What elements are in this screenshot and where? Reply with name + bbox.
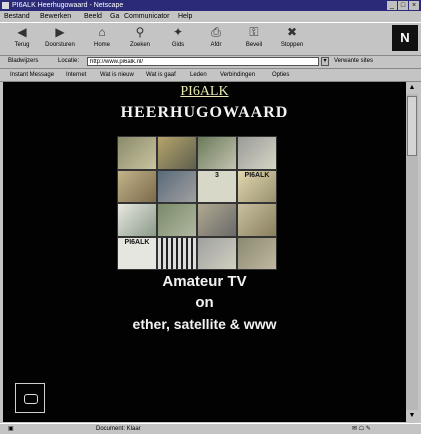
mosaic-tile: [158, 137, 196, 169]
mosaic-tile: [238, 204, 276, 236]
mosaic-tile: [238, 237, 276, 269]
back-button-label: Terug: [14, 42, 30, 48]
mosaic-tile: [158, 204, 196, 236]
guide-button-label: Gids: [171, 42, 185, 48]
home-button-label: Home: [93, 42, 110, 48]
mosaic-tile: PI6ALK: [118, 237, 156, 269]
mosaic-tile: PI6ALK: [238, 170, 276, 202]
mosaic-tile: [198, 204, 236, 236]
print-button[interactable]: ⎙ Afdr: [198, 25, 234, 53]
stop-button-label: Stoppen: [280, 42, 304, 48]
window-title: PI6ALK Heerhugowaard - Netscape: [12, 2, 124, 9]
back-button[interactable]: ◀ Terug: [4, 25, 40, 53]
scroll-down-icon[interactable]: ▼: [406, 410, 418, 422]
security-icon: ⚿: [249, 25, 259, 39]
component-bar-icons[interactable]: ✉ ☖ ✎: [352, 424, 371, 434]
mosaic-tile: [118, 204, 156, 236]
netscape-logo[interactable]: N: [392, 25, 418, 51]
page-content: PI6ALK HEERHUGOWAARD 3 PI6ALK PI6ALK Ama…: [3, 82, 406, 422]
app-icon: [2, 2, 9, 9]
menu-item-communicator[interactable]: Communicator: [124, 11, 170, 22]
menu-item-bestand[interactable]: Bestand: [4, 11, 30, 22]
personal-toolbar: Instant Message Internet Wat is nieuw Wa…: [0, 69, 421, 82]
location-toolbar: Bladwijzers Locatie: ▾ Verwante sites: [0, 55, 421, 69]
counter-icon[interactable]: [15, 383, 45, 413]
home-button[interactable]: ⌂ Home: [84, 25, 120, 53]
link-internet[interactable]: Internet: [66, 69, 86, 81]
search-icon: ⚲: [135, 25, 145, 39]
menu-item-beeld[interactable]: Beeld: [84, 11, 102, 22]
forward-arrow-icon: ▶: [55, 25, 65, 39]
mosaic-tile: [158, 170, 196, 202]
print-icon: ⎙: [211, 25, 221, 39]
scroll-thumb[interactable]: [407, 96, 417, 156]
mosaic-tile: [238, 137, 276, 169]
search-button-label: Zoeken: [129, 42, 150, 48]
back-arrow-icon: ◀: [17, 25, 27, 39]
location-input[interactable]: [87, 57, 319, 66]
tagline-line-2: on: [195, 294, 214, 311]
link-instant-message[interactable]: Instant Message: [10, 69, 54, 81]
page-title: HEERHUGOWAARD: [120, 104, 289, 121]
close-icon[interactable]: ×: [409, 1, 419, 10]
stop-button[interactable]: ✖ Stoppen: [274, 25, 310, 53]
mosaic-tile: [158, 237, 196, 269]
maximize-icon[interactable]: □: [398, 1, 408, 10]
status-bar: ▣ Document: Klaar ✉ ☖ ✎: [0, 423, 421, 434]
guide-icon: ✦: [172, 25, 184, 39]
search-button[interactable]: ⚲ Zoeken: [122, 25, 158, 53]
mosaic-tile: [198, 237, 236, 269]
menu-item-help[interactable]: Help: [178, 11, 192, 22]
link-wat-is-nieuw[interactable]: Wat is nieuw: [100, 69, 134, 81]
tv-screenshot-mosaic: 3 PI6ALK PI6ALK: [117, 136, 277, 270]
security-button[interactable]: ⚿ Beveil: [236, 25, 272, 53]
security-lock-icon: ▣: [8, 426, 14, 432]
menu-bar: Bestand Bewerken Beeld Ga Communicator H…: [0, 11, 421, 22]
link-opties[interactable]: Opties: [272, 69, 289, 81]
mosaic-tile: [118, 170, 156, 202]
status-text: Document: Klaar: [96, 426, 141, 432]
mosaic-tile: [118, 137, 156, 169]
mosaic-tile: [198, 137, 236, 169]
tagline-line-1: Amateur TV: [162, 273, 247, 290]
home-icon: ⌂: [98, 25, 106, 39]
link-wat-is-gaaf[interactable]: Wat is gaaf: [146, 69, 176, 81]
security-button-label: Beveil: [245, 42, 263, 48]
navigation-toolbar: ◀ Terug ▶ Doorsturen ⌂ Home ⚲ Zoeken ✦ G…: [0, 22, 421, 56]
minimize-icon[interactable]: _: [387, 1, 397, 10]
menu-item-bewerken[interactable]: Bewerken: [40, 11, 71, 22]
mosaic-tile: 3: [198, 170, 236, 202]
vertical-scrollbar[interactable]: ▲ ▼: [406, 82, 418, 422]
window-controls: _ □ ×: [387, 1, 419, 10]
forward-button[interactable]: ▶ Doorsturen: [42, 25, 78, 53]
callsign-link[interactable]: PI6ALK: [3, 83, 406, 100]
stop-icon: ✖: [286, 25, 298, 39]
location-label: Locatie:: [58, 58, 80, 64]
browser-window: PI6ALK Heerhugowaard - Netscape _ □ × Be…: [0, 0, 421, 434]
menu-item-ga[interactable]: Ga: [110, 11, 119, 22]
guide-button[interactable]: ✦ Gids: [160, 25, 196, 53]
forward-button-label: Doorsturen: [45, 42, 75, 48]
related-sites-button[interactable]: Verwante sites: [334, 55, 373, 68]
title-bar: PI6ALK Heerhugowaard - Netscape _ □ ×: [0, 0, 421, 11]
print-button-label: Afdr: [210, 42, 222, 48]
bookmarks-button[interactable]: Bladwijzers: [8, 55, 38, 68]
scroll-up-icon[interactable]: ▲: [406, 82, 418, 94]
chevron-down-icon[interactable]: ▾: [321, 57, 329, 66]
tagline-line-3: ether, satellite & www: [132, 316, 277, 332]
link-verbindingen[interactable]: Verbindingen: [220, 69, 255, 81]
link-leden[interactable]: Leden: [190, 69, 207, 81]
